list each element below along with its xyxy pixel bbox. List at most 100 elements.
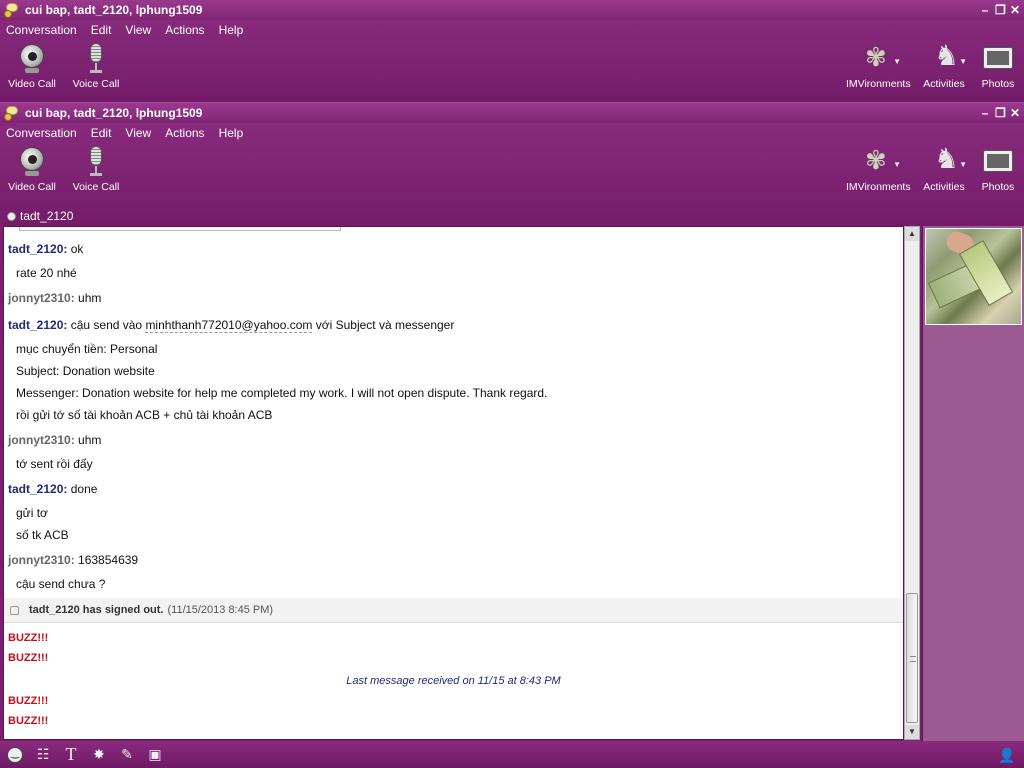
- avatar[interactable]: [925, 228, 1022, 325]
- message-line: rate 20 nhé: [16, 266, 77, 280]
- menu-conversation[interactable]: Conversation: [6, 126, 77, 140]
- minimize-icon[interactable]: –: [980, 4, 990, 16]
- title-bar[interactable]: cui bap, tadt_2120, lphung1509 – ❐ ✕: [0, 103, 1024, 123]
- message-text: 163854639: [78, 553, 139, 567]
- title-bar[interactable]: cui bap, tadt_2120, lphung1509 – ❐ ✕: [0, 0, 1024, 20]
- menu-actions[interactable]: Actions: [165, 126, 204, 140]
- photos-button[interactable]: Photos: [970, 146, 1024, 193]
- contact-name[interactable]: tadt_2120: [20, 209, 73, 223]
- message-line: tadt_2120: cậu send vào minhthanh772010@…: [8, 318, 455, 333]
- video-call-label: Video Call: [8, 181, 56, 193]
- window-title: cui bap, tadt_2120, lphung1509: [25, 3, 203, 17]
- message-line: Messenger: Donation website for help me …: [16, 386, 547, 400]
- smiley-icon[interactable]: [6, 746, 24, 764]
- message-text: done: [70, 482, 98, 496]
- contact-icon[interactable]: 👤: [998, 746, 1016, 764]
- chat-transcript[interactable]: tadt_2120: ok rate 20 nhé jonnyt2310: uh…: [3, 226, 904, 740]
- voice-call-label: Voice Call: [72, 181, 120, 193]
- scroll-up-icon[interactable]: ▲: [905, 227, 919, 241]
- scroll-down-icon[interactable]: ▼: [905, 725, 919, 739]
- messenger-app-icon: [4, 105, 20, 121]
- message-text: Subject: Donation website: [16, 364, 155, 378]
- minimize-icon[interactable]: –: [980, 107, 990, 119]
- signout-text: tadt_2120 has signed out.: [29, 604, 164, 616]
- menu-edit[interactable]: Edit: [91, 23, 112, 37]
- window-title: cui bap, tadt_2120, lphung1509: [25, 106, 203, 120]
- menu-edit[interactable]: Edit: [91, 126, 112, 140]
- message-line: rồi gửi tớ số tài khoản ACB + chủ tài kh…: [16, 408, 272, 422]
- close-icon[interactable]: ✕: [1010, 4, 1020, 16]
- attach-icon[interactable]: ✎: [118, 746, 136, 764]
- message-text: cậu send chưa ?: [16, 577, 106, 591]
- message-text: mục chuyển tiền: Personal: [16, 342, 158, 356]
- contact-status-row: tadt_2120: [0, 205, 1024, 227]
- menu-help[interactable]: Help: [219, 126, 244, 140]
- message-line: Subject: Donation website: [16, 364, 155, 378]
- message-line: tadt_2120: ok: [8, 242, 83, 256]
- menu-view[interactable]: View: [125, 23, 151, 37]
- message-line: gửi tơ: [16, 506, 48, 520]
- imvironments-label: IMVironments: [846, 78, 911, 90]
- display-image-panel: [922, 226, 1024, 741]
- photos-icon: [983, 146, 1013, 178]
- imvironments-button[interactable]: ✾ ▼ IMVironments: [846, 146, 911, 193]
- menu-actions[interactable]: Actions: [165, 23, 204, 37]
- menu-view[interactable]: View: [125, 126, 151, 140]
- scroll-thumb[interactable]: [906, 593, 918, 723]
- message-text: rate 20 nhé: [16, 266, 77, 280]
- menu-bar: Conversation Edit View Actions Help: [0, 20, 1024, 40]
- input-toolbar: ☷ T ✸ ✎ ▣ 👤: [0, 741, 1024, 768]
- photo-share-icon[interactable]: ▣: [146, 746, 164, 764]
- email-link[interactable]: minhthanh772010@yahoo.com: [145, 318, 313, 333]
- conversation-window-1: cui bap, tadt_2120, lphung1509 – ❐ ✕ Con…: [0, 0, 1024, 102]
- message-text: rồi gửi tớ số tài khoản ACB + chủ tài kh…: [16, 408, 273, 422]
- photos-button[interactable]: Photos: [970, 43, 1024, 90]
- buzz-message: BUZZ!!!: [8, 632, 49, 644]
- message-line: mục chuyển tiền: Personal: [16, 342, 157, 356]
- imvironments-button[interactable]: ✾ ▼ IMVironments: [846, 42, 911, 90]
- chess-knight-icon: ♞ ▼: [934, 40, 967, 71]
- sender-name: jonnyt2310:: [8, 553, 75, 567]
- leaf-icon: ✾ ▼: [865, 42, 901, 72]
- voice-call-button[interactable]: Voice Call: [68, 146, 124, 193]
- imvironments-label: IMVironments: [846, 181, 911, 193]
- last-message-notice: Last message received on 11/15 at 8:43 P…: [346, 675, 561, 687]
- photos-icon: [983, 43, 1013, 75]
- microphone-icon: [81, 43, 111, 75]
- presence-icon: [7, 211, 16, 221]
- message-text: uhm: [78, 291, 102, 305]
- activities-button[interactable]: ♞ ▼ Activities: [916, 144, 972, 194]
- message-line: jonnyt2310: uhm: [8, 291, 101, 305]
- voice-call-label: Voice Call: [72, 78, 120, 90]
- photos-label: Photos: [981, 78, 1015, 90]
- activities-button[interactable]: ♞ ▼ Activities: [916, 40, 972, 91]
- restore-icon[interactable]: ❐: [995, 4, 1006, 16]
- message-text: với Subject và messenger: [312, 318, 455, 332]
- menu-bar: Conversation Edit View Actions Help: [0, 123, 1024, 143]
- photos-label: Photos: [981, 181, 1015, 193]
- video-call-button[interactable]: Video Call: [4, 43, 60, 90]
- message-line: jonnyt2310: 163854639: [8, 553, 138, 567]
- signout-timestamp: (11/15/2013 8:45 PM): [167, 604, 274, 616]
- menu-help[interactable]: Help: [219, 23, 244, 37]
- activities-label: Activities: [923, 181, 965, 193]
- sender-name: jonnyt2310:: [8, 291, 75, 305]
- buzz-message: BUZZ!!!: [8, 695, 49, 707]
- toolbar: Video Call Voice Call ✾ ▼ IMVironments ♞ ▼…: [0, 40, 1024, 102]
- sender-name: tadt_2120:: [8, 318, 68, 332]
- divider: [19, 227, 341, 231]
- menu-conversation[interactable]: Conversation: [6, 23, 77, 37]
- chat-scrollbar[interactable]: ▲ ▼: [904, 226, 920, 740]
- message-text: tớ sent rồi đấy: [16, 457, 93, 471]
- nudge-icon[interactable]: ✸: [90, 746, 108, 764]
- video-call-label: Video Call: [8, 78, 56, 90]
- buzz-message: BUZZ!!!: [8, 715, 49, 727]
- message-line: jonnyt2310: uhm: [8, 433, 101, 447]
- close-icon[interactable]: ✕: [1010, 107, 1020, 119]
- text-format-icon[interactable]: T: [62, 744, 80, 764]
- video-call-button[interactable]: Video Call: [4, 146, 60, 193]
- message-text: cậu send vào: [70, 318, 146, 332]
- audible-icon[interactable]: ☷: [34, 746, 52, 764]
- voice-call-button[interactable]: Voice Call: [68, 43, 124, 90]
- restore-icon[interactable]: ❐: [995, 107, 1006, 119]
